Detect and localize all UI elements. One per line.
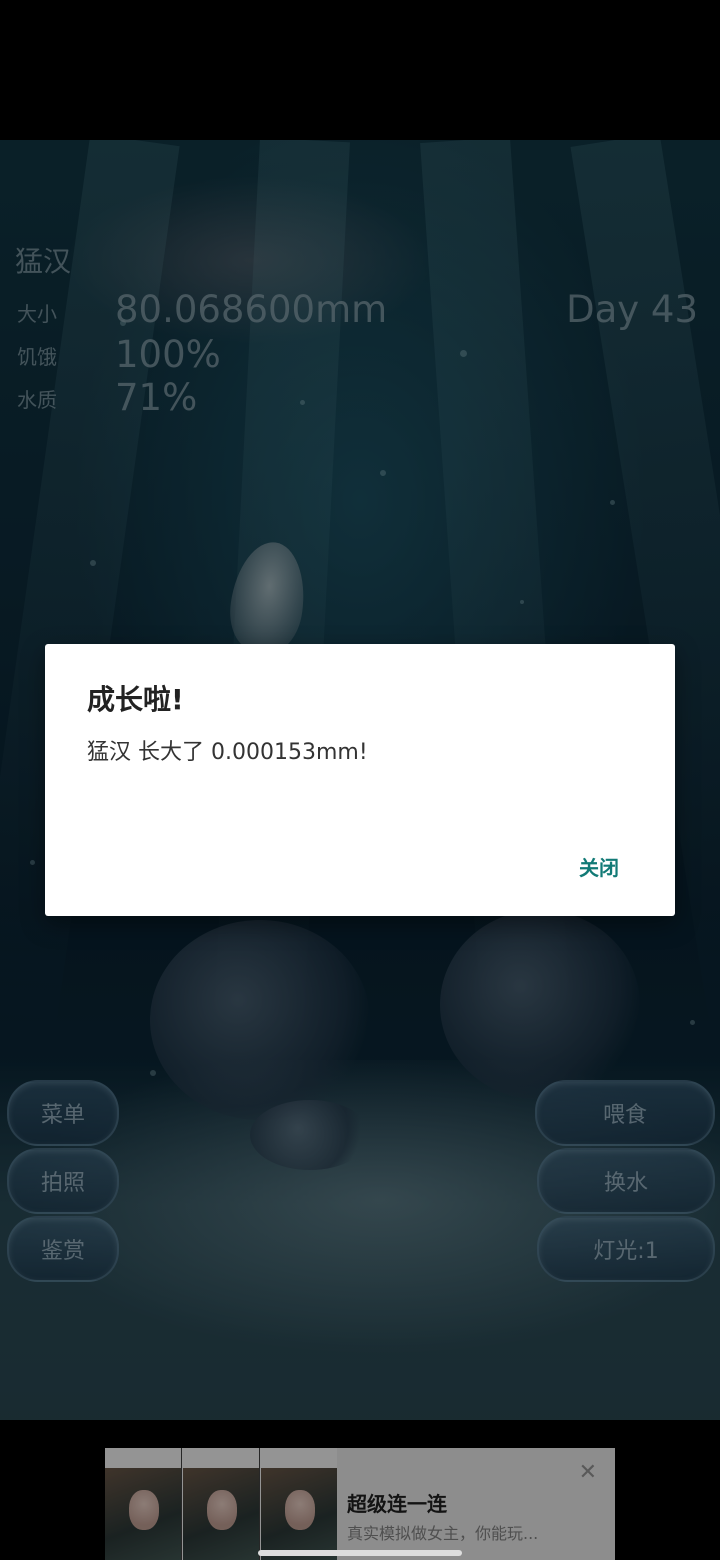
app-screen: 猛汉 大小 80.068600mm 饥饿 100% 水质 71% Day 43 … — [0, 0, 720, 1560]
dialog-message: 猛汉 长大了 0.000153mm! — [87, 740, 368, 765]
home-indicator[interactable] — [258, 1550, 462, 1556]
dialog-title: 成长啦! — [87, 683, 184, 716]
close-button[interactable]: 关闭 — [571, 848, 627, 885]
growth-dialog: 成长啦! 猛汉 长大了 0.000153mm! 关闭 — [45, 644, 675, 916]
